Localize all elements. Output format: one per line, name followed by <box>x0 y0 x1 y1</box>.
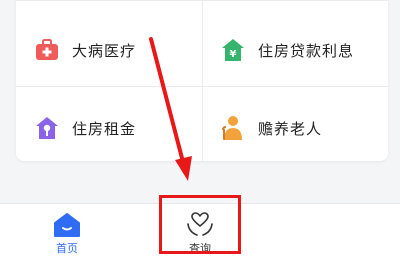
house-key-icon <box>34 115 60 141</box>
grid-item-housing-rent[interactable]: 住房租金 <box>16 103 202 153</box>
service-grid-card: 大病医疗 ¥ 住房贷款利息 住房租金 赡养老人 <box>16 0 388 161</box>
grid-item-housing-loan-interest[interactable]: ¥ 住房贷款利息 <box>202 25 388 75</box>
annotation-highlight-box <box>159 195 241 254</box>
grid-divider-top <box>16 0 388 1</box>
elderly-person-icon <box>220 115 246 141</box>
grid-item-label: 住房贷款利息 <box>258 41 355 60</box>
tab-home[interactable]: 首页 <box>17 204 117 266</box>
grid-item-label: 大病医疗 <box>72 41 137 60</box>
grid-item-elderly-support[interactable]: 赡养老人 <box>202 103 388 153</box>
house-yen-icon: ¥ <box>220 37 246 63</box>
grid-item-label: 住房租金 <box>72 119 137 138</box>
home-icon <box>52 212 82 238</box>
grid-divider-middle <box>16 86 388 87</box>
screen: 大病医疗 ¥ 住房贷款利息 住房租金 赡养老人 首页 查询 <box>0 0 400 266</box>
medical-kit-icon <box>34 37 60 63</box>
grid-item-major-illness[interactable]: 大病医疗 <box>16 25 202 75</box>
svg-text:¥: ¥ <box>230 49 237 60</box>
grid-item-label: 赡养老人 <box>258 119 323 138</box>
tab-home-label: 首页 <box>56 242 78 255</box>
